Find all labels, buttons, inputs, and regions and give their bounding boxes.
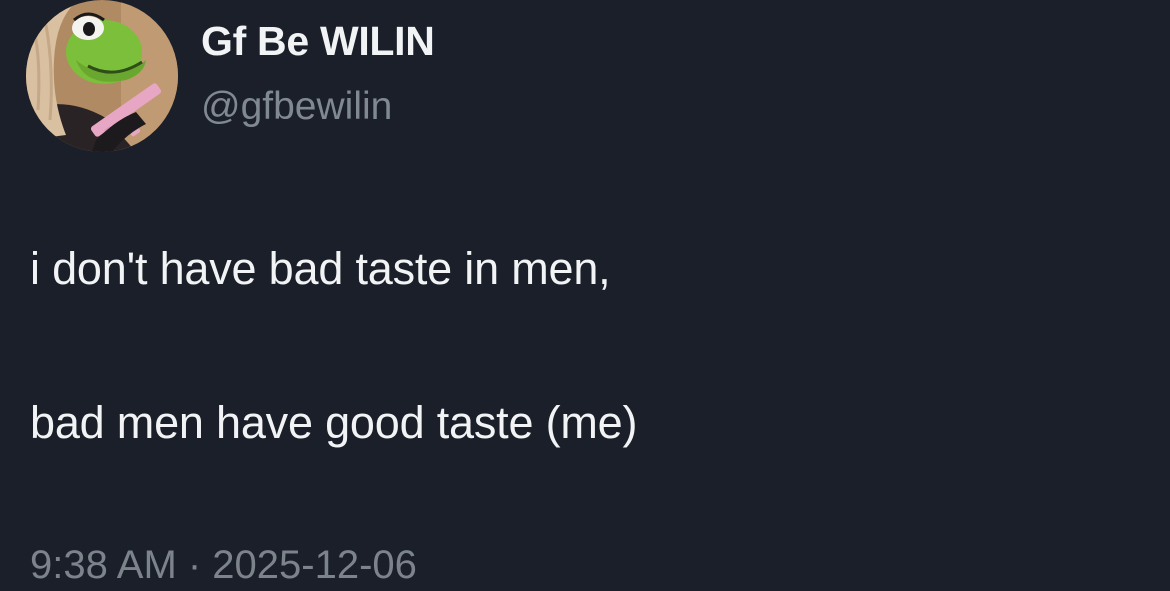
author-display-name[interactable]: Gf Be WILIN xyxy=(201,18,435,65)
tweet: Gf Be WILIN @gfbewilin i don't have bad … xyxy=(0,0,1170,591)
author-handle[interactable]: @gfbewilin xyxy=(201,85,392,129)
tweet-timestamp[interactable]: 9:38 AM · 2025-12-06 xyxy=(30,543,417,588)
tweet-text-line-1: i don't have bad taste in men, xyxy=(30,243,611,294)
avatar[interactable] xyxy=(26,0,178,152)
tweet-text-line-2: bad men have good taste (me) xyxy=(30,397,638,448)
kermit-frog-avatar-icon xyxy=(26,0,178,152)
